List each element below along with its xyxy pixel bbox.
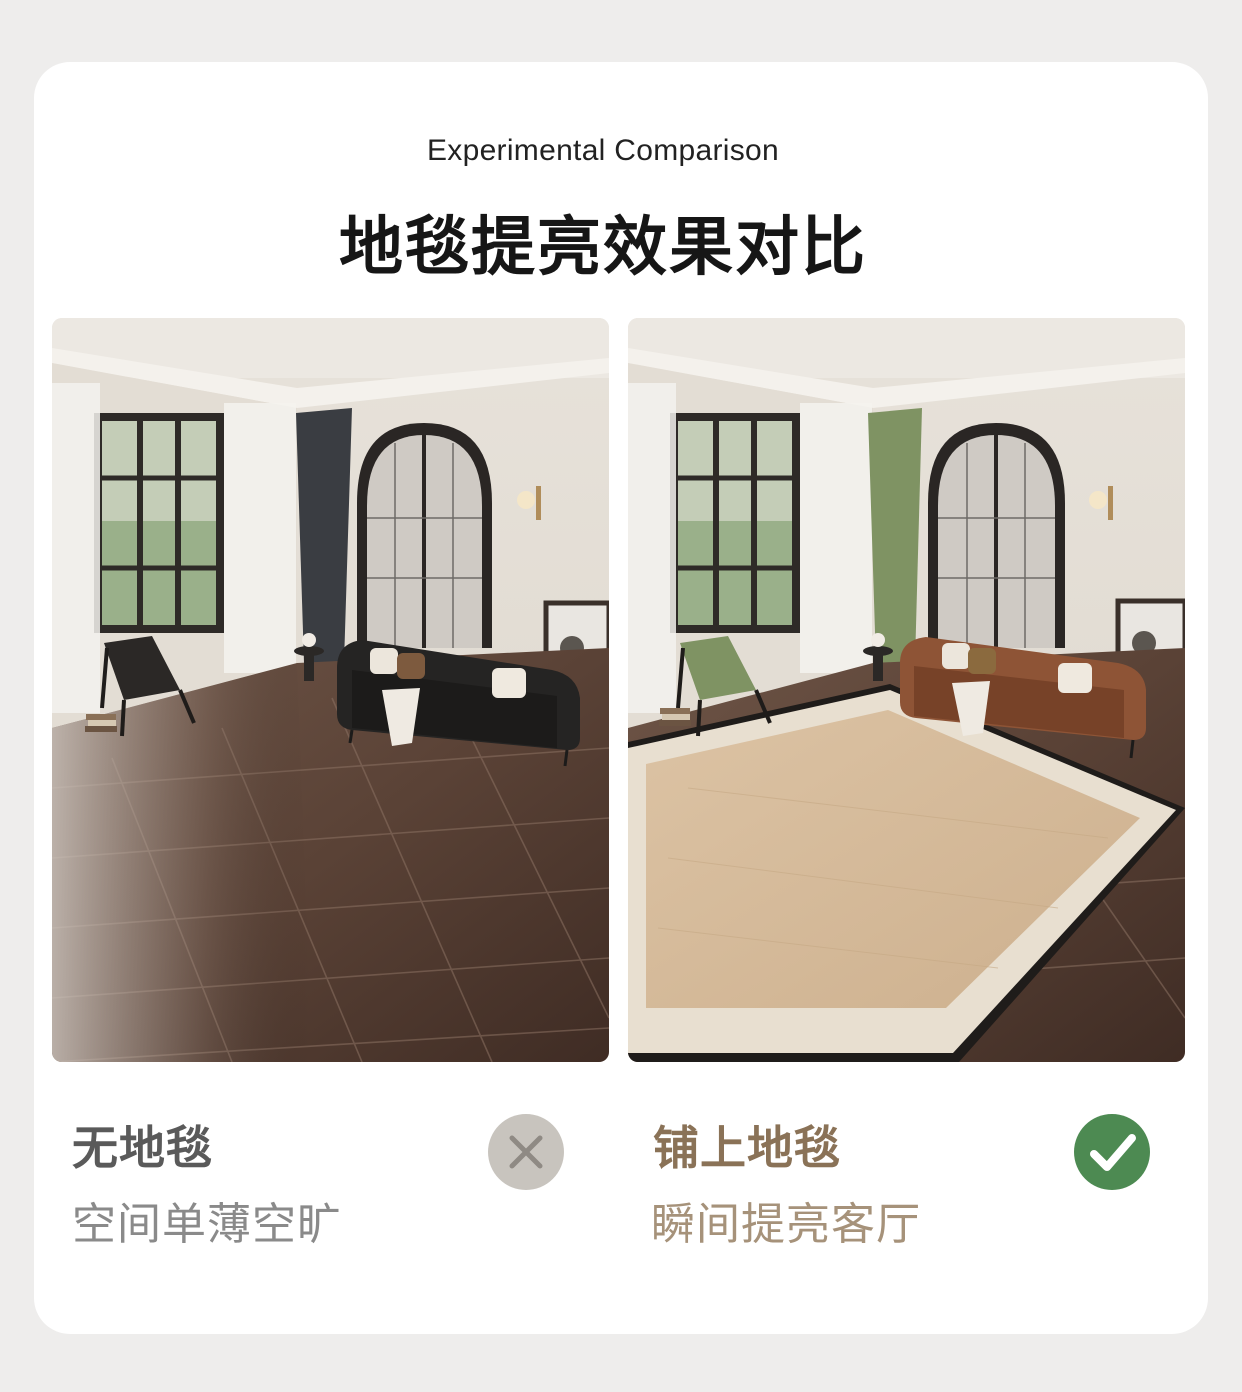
page-title: 地毯提亮效果对比: [339, 211, 867, 285]
without-rug-title: 无地毯: [72, 1121, 213, 1175]
x-icon: [488, 1114, 564, 1190]
photo-without-rug: [52, 318, 609, 1062]
with-rug-title: 铺上地毯: [653, 1121, 841, 1175]
with-rug-description: 瞬间提亮客厅: [651, 1199, 921, 1250]
page-subtitle: Experimental Comparison: [426, 134, 780, 167]
photo-with-rug: [628, 318, 1185, 1062]
without-rug-description: 空间单薄空旷: [72, 1199, 342, 1250]
check-icon: [1074, 1114, 1150, 1190]
